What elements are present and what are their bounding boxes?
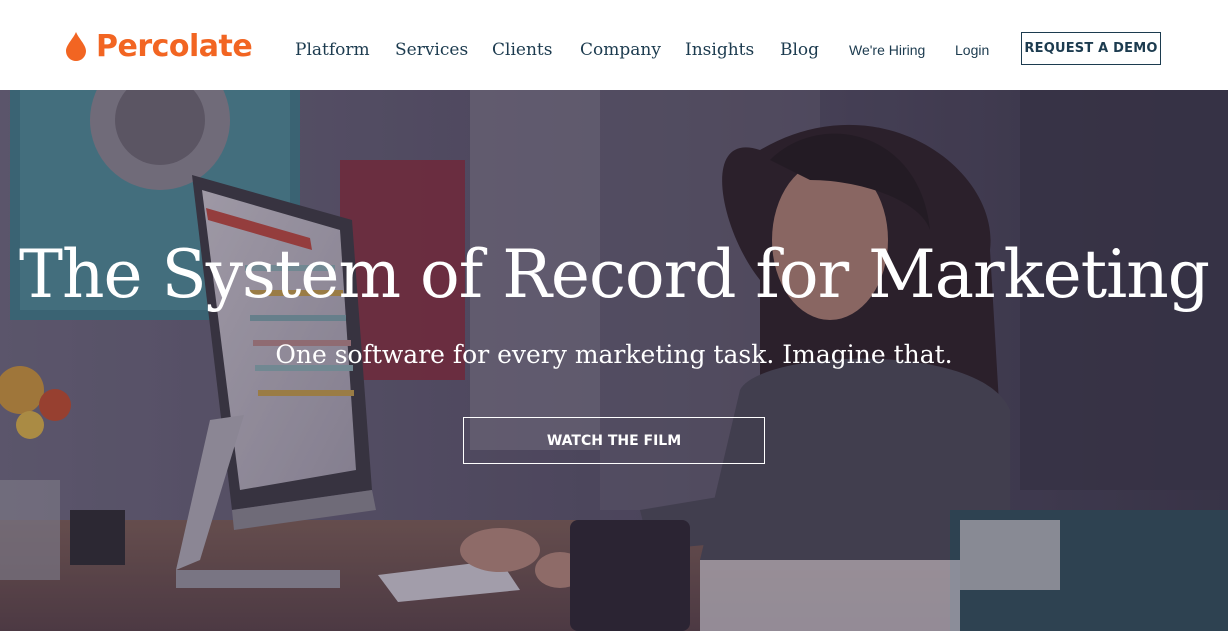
request-demo-button[interactable]: REQUEST A DEMO <box>1021 32 1161 65</box>
site-header: Percolate Platform Services Clients Comp… <box>0 0 1228 90</box>
nav-hiring[interactable]: We're Hiring <box>849 42 925 58</box>
hero-section: The System of Record for Marketing One s… <box>0 90 1228 631</box>
nav-platform[interactable]: Platform <box>295 40 370 60</box>
nav-blog[interactable]: Blog <box>780 40 819 60</box>
hero-subtitle: One software for every marketing task. I… <box>275 340 953 369</box>
logo-wordmark: Percolate <box>96 28 253 64</box>
nav-services[interactable]: Services <box>395 40 468 60</box>
nav-company[interactable]: Company <box>580 40 661 60</box>
nav-clients[interactable]: Clients <box>492 40 552 60</box>
nav-insights[interactable]: Insights <box>685 40 754 60</box>
watch-film-button[interactable]: WATCH THE FILM <box>463 417 765 464</box>
drop-icon <box>66 32 86 61</box>
logo[interactable]: Percolate <box>64 26 253 66</box>
nav-login[interactable]: Login <box>955 42 989 58</box>
hero-title: The System of Record for Marketing <box>18 236 1210 313</box>
